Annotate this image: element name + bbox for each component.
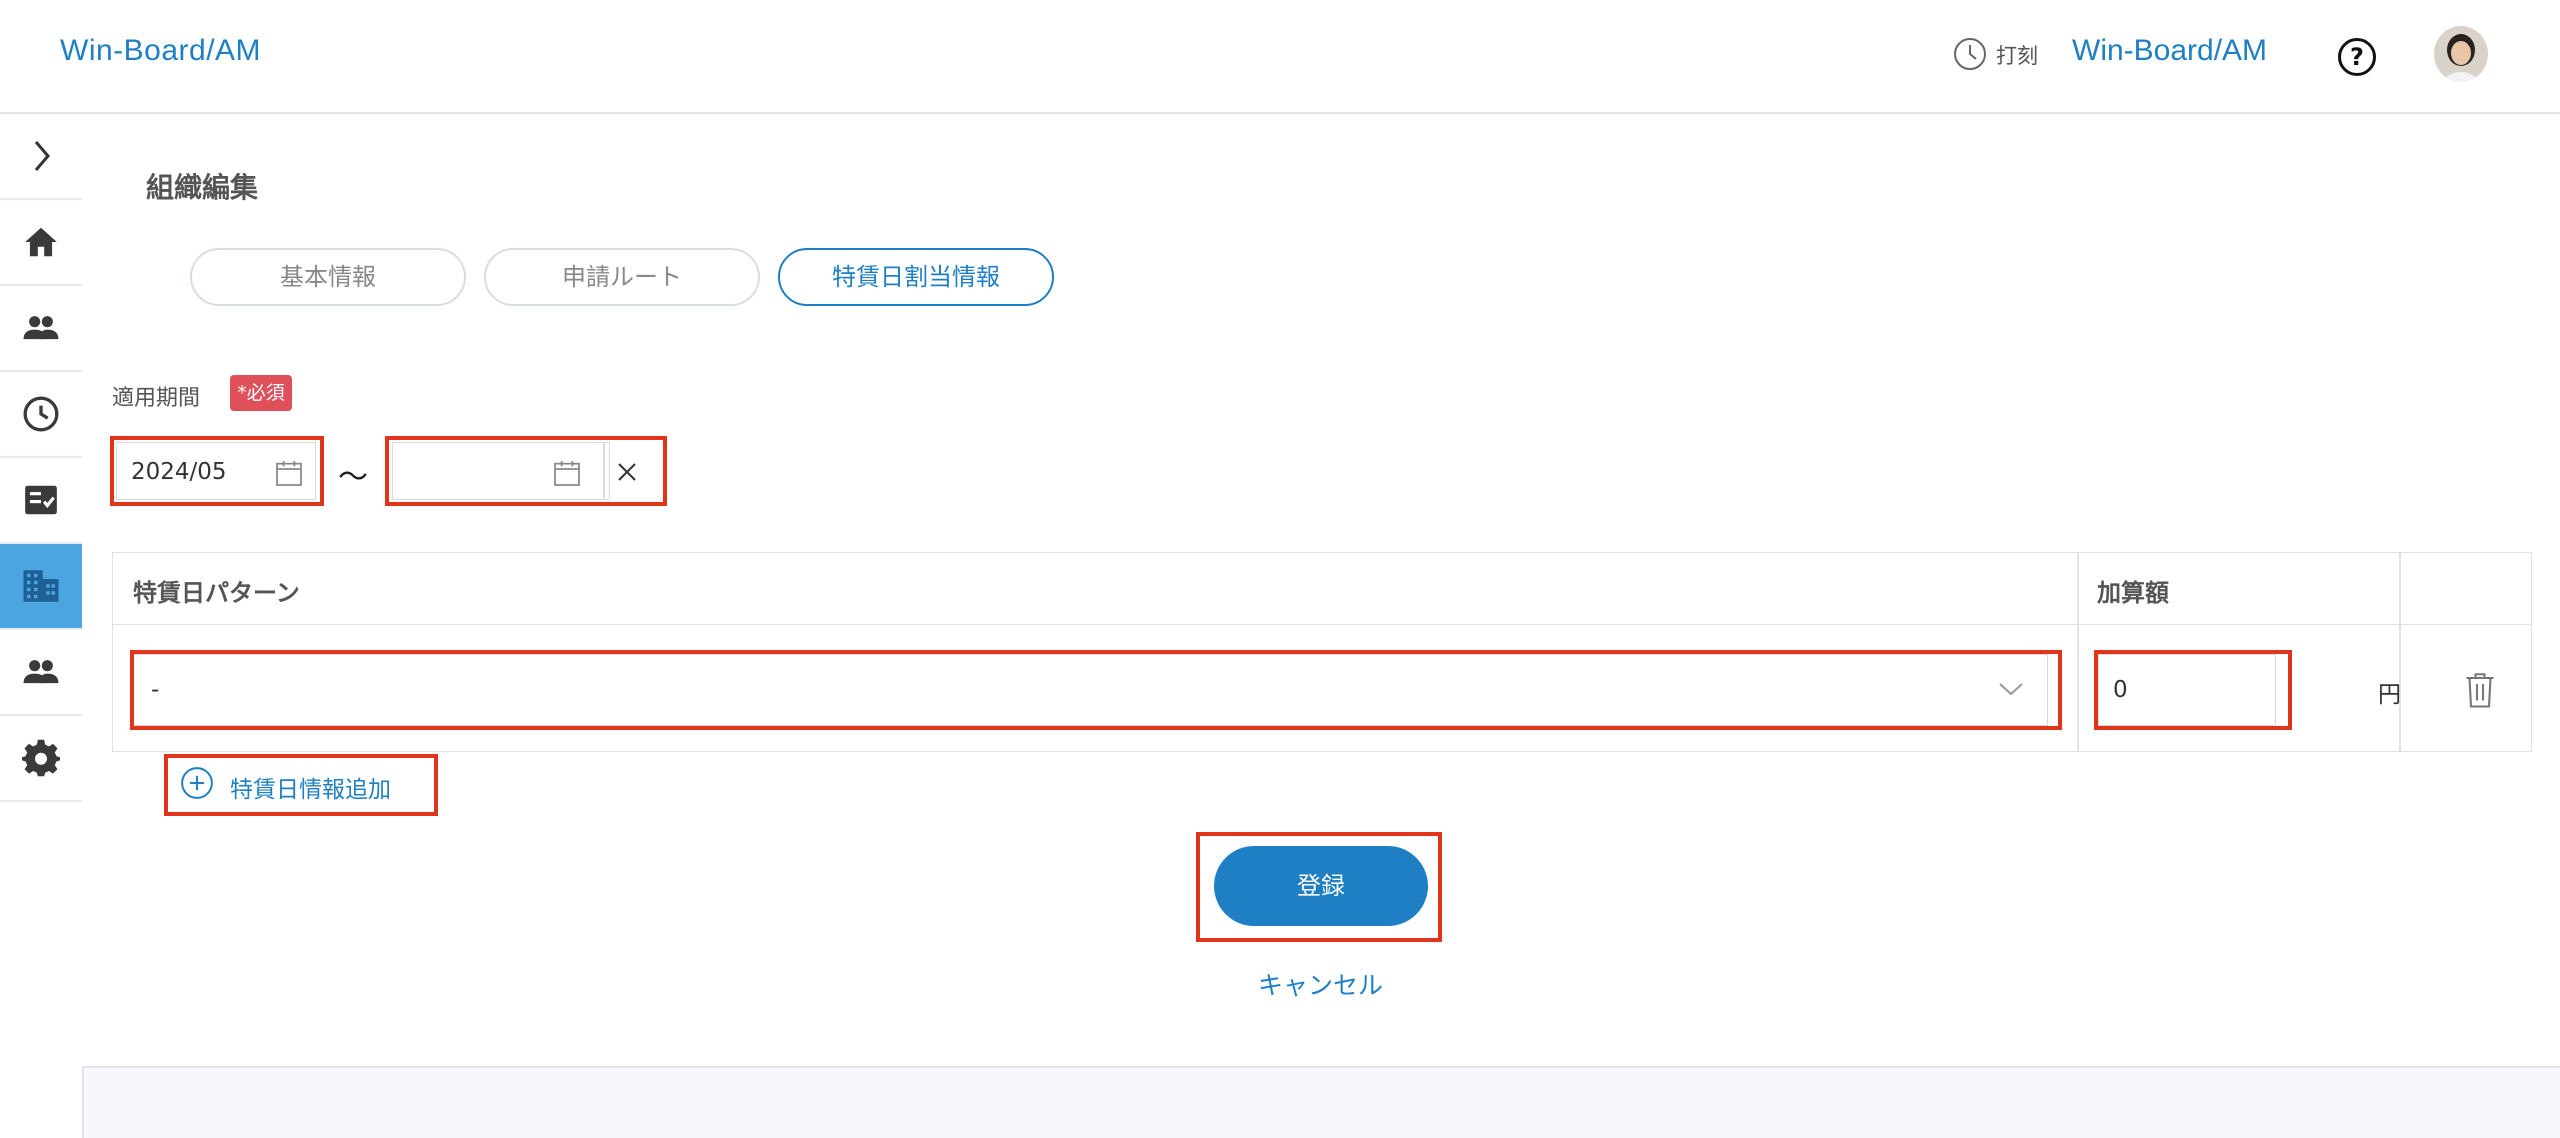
page-title: 組織編集 xyxy=(146,171,259,204)
people-icon xyxy=(23,316,59,340)
plus-circle-icon xyxy=(181,767,213,799)
sidebar-item-home[interactable] xyxy=(0,200,82,286)
gear-icon xyxy=(22,739,60,777)
clock-icon xyxy=(23,396,59,432)
sidebar-item-users[interactable] xyxy=(0,286,82,372)
tab-basic-info[interactable]: 基本情報 xyxy=(190,248,466,306)
col-amount-header: 加算額 xyxy=(2097,579,2169,607)
start-date-value: 2024/05 xyxy=(131,459,227,485)
sidebar-toggle[interactable] xyxy=(0,114,82,200)
divider xyxy=(603,443,605,498)
tab-special-day[interactable]: 特賃日割当情報 xyxy=(778,248,1054,306)
col-divider xyxy=(2077,553,2079,751)
chevron-down-icon xyxy=(1999,683,2023,696)
pattern-select[interactable]: - xyxy=(132,654,2048,726)
checklist-icon xyxy=(25,485,57,515)
building-icon xyxy=(23,570,59,602)
sidebar-item-groups[interactable] xyxy=(0,630,82,716)
range-tilde: 〜 xyxy=(338,460,368,495)
main-panel: 組織編集 基本情報 申請ルート 特賃日割当情報 適用期間 *必須 2024/05… xyxy=(82,114,2560,1068)
brand-logo[interactable]: Win-Board/AM xyxy=(60,34,261,68)
tab-approval-route[interactable]: 申請ルート xyxy=(484,248,760,306)
start-date-field[interactable]: 2024/05 xyxy=(116,442,316,500)
clock-icon[interactable] xyxy=(1952,36,1988,72)
trash-icon[interactable] xyxy=(2462,670,2498,710)
calendar-icon[interactable] xyxy=(273,457,305,489)
period-label: 適用期間 xyxy=(112,386,201,411)
yen-unit: 円 xyxy=(2378,682,2401,708)
home-icon xyxy=(25,227,57,257)
submit-button[interactable]: 登録 xyxy=(1214,846,1428,926)
app-header: Win-Board/AM 打刻 Win-Board/AM ? xyxy=(0,0,2560,114)
add-special-day-link[interactable]: 特賃日情報追加 xyxy=(180,758,416,808)
help-icon[interactable]: ? xyxy=(2338,38,2376,76)
group-icon xyxy=(23,660,59,684)
sidebar xyxy=(0,114,84,1138)
col-pattern-header: 特賃日パターン xyxy=(133,579,300,607)
chevron-right-icon xyxy=(34,141,50,171)
brand-right: Win-Board/AM xyxy=(2072,34,2268,67)
cancel-link[interactable]: キャンセル xyxy=(1258,966,1383,1002)
sidebar-item-settings[interactable] xyxy=(0,716,82,802)
pattern-select-value: - xyxy=(151,677,160,703)
col-divider xyxy=(2399,553,2401,751)
sidebar-item-organization[interactable] xyxy=(0,544,82,630)
avatar[interactable] xyxy=(2434,26,2488,82)
add-link-label: 特賃日情報追加 xyxy=(230,777,391,803)
calendar-icon[interactable] xyxy=(551,457,583,489)
required-badge: *必須 xyxy=(230,375,292,411)
sidebar-item-requests[interactable] xyxy=(0,458,82,544)
end-date-field[interactable] xyxy=(392,442,636,500)
punch-link[interactable]: 打刻 xyxy=(1996,40,2038,70)
amount-input[interactable]: 0 xyxy=(2098,654,2276,726)
sidebar-item-attendance[interactable] xyxy=(0,372,82,458)
clear-icon[interactable] xyxy=(615,460,639,484)
